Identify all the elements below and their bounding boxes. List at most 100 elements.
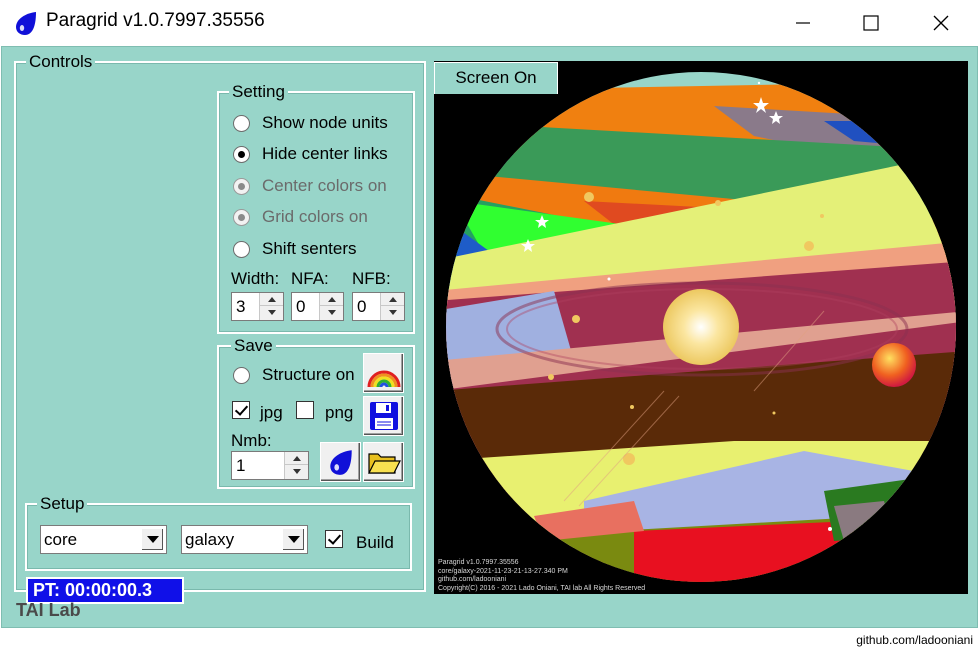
controls-group: Controls Setting Show node units Hide ce… bbox=[14, 52, 426, 604]
nfb-stepper[interactable]: 0 bbox=[352, 292, 405, 321]
width-stepper[interactable]: 3 bbox=[231, 292, 284, 321]
spin-arrows[interactable] bbox=[284, 452, 308, 479]
spin-up-button[interactable] bbox=[381, 293, 404, 306]
close-icon bbox=[933, 15, 949, 31]
core-select-dropdown[interactable] bbox=[141, 528, 164, 551]
rainbow-button[interactable] bbox=[363, 353, 404, 393]
render-canvas[interactable]: Paragrid v1.0.7997.35556 core/galaxy-202… bbox=[434, 61, 968, 594]
nfa-label: NFA: bbox=[291, 269, 329, 288]
spin-arrows[interactable] bbox=[380, 293, 404, 320]
nmb-value[interactable]: 1 bbox=[236, 456, 245, 476]
radio-label: Structure on bbox=[262, 365, 355, 384]
shift-senters-radio[interactable]: Shift senters bbox=[233, 238, 357, 260]
maximize-icon bbox=[863, 15, 879, 31]
save-button[interactable] bbox=[363, 396, 404, 436]
setup-legend: Setup bbox=[37, 494, 88, 513]
hide-center-links-radio[interactable]: Hide center links bbox=[233, 143, 388, 165]
radio-circle[interactable] bbox=[233, 366, 250, 384]
credit-line: Copyright(C) 2016 - 2021 Lado Oniani, TA… bbox=[438, 584, 646, 592]
close-button[interactable] bbox=[906, 0, 976, 46]
show-node-units-radio[interactable]: Show node units bbox=[233, 112, 388, 134]
setting-legend: Setting bbox=[229, 82, 288, 101]
structure-on-radio[interactable]: Structure on bbox=[233, 364, 355, 386]
radio-label: Shift senters bbox=[262, 239, 357, 258]
open-folder-button[interactable] bbox=[363, 442, 404, 482]
setting-group: Setting Show node units Hide center link… bbox=[217, 82, 415, 334]
chevron-down-icon bbox=[287, 536, 300, 543]
radio-label: Hide center links bbox=[262, 144, 388, 163]
setup-group: Setup core galaxy Build bbox=[25, 494, 412, 571]
credit-line: core/galaxy-2021-11-23-21-13-27.340 PM bbox=[438, 567, 568, 575]
minimize-icon bbox=[796, 22, 810, 24]
width-value[interactable]: 3 bbox=[236, 297, 245, 317]
radio-circle bbox=[233, 177, 250, 195]
arrow-down-icon bbox=[388, 310, 397, 315]
galaxy-select[interactable]: galaxy bbox=[181, 525, 308, 554]
rainbow-icon bbox=[367, 370, 400, 388]
planet-icon bbox=[872, 343, 916, 387]
radio-circle[interactable] bbox=[233, 240, 250, 258]
controls-legend: Controls bbox=[26, 52, 96, 71]
png-label: png bbox=[325, 403, 354, 422]
arrow-up-icon bbox=[388, 296, 397, 302]
radio-label: Center colors on bbox=[262, 176, 387, 195]
blue-drop-icon bbox=[329, 450, 352, 475]
arrow-up-icon bbox=[327, 296, 336, 302]
spin-down-button[interactable] bbox=[381, 306, 404, 319]
png-checkbox[interactable] bbox=[296, 401, 314, 419]
render-credits: Paragrid v1.0.7997.35556 core/galaxy-202… bbox=[438, 559, 645, 593]
credit-line: Paragrid v1.0.7997.35556 bbox=[438, 559, 519, 566]
width-label: Width: bbox=[231, 269, 280, 288]
jpg-checkbox[interactable] bbox=[232, 401, 250, 419]
jpg-label: jpg bbox=[260, 403, 283, 422]
core-select[interactable]: core bbox=[40, 525, 167, 554]
nfa-value[interactable]: 0 bbox=[296, 297, 305, 317]
arrow-down-icon bbox=[267, 310, 276, 315]
save-group: Save Structure on jpg png Nmb: 1 bbox=[217, 336, 415, 489]
nmb-label: Nmb: bbox=[231, 431, 272, 450]
window-title: Paragrid v1.0.7997.35556 bbox=[46, 10, 265, 31]
spin-down-button[interactable] bbox=[320, 306, 343, 319]
radio-label: Show node units bbox=[262, 113, 388, 132]
nfb-value[interactable]: 0 bbox=[357, 297, 366, 317]
floppy-disk-icon bbox=[369, 402, 398, 430]
sun-icon bbox=[663, 289, 739, 365]
spin-up-button[interactable] bbox=[260, 293, 283, 306]
spin-up-button[interactable] bbox=[320, 293, 343, 306]
drop-button[interactable] bbox=[320, 442, 361, 482]
minimize-button[interactable] bbox=[768, 0, 838, 46]
spin-down-button[interactable] bbox=[260, 306, 283, 319]
screen-on-button[interactable]: Screen On bbox=[434, 62, 558, 94]
radio-label: Grid colors on bbox=[262, 207, 368, 226]
galaxy-select-dropdown[interactable] bbox=[282, 528, 305, 551]
grid-colors-on-radio: Grid colors on bbox=[233, 206, 368, 228]
spin-arrows[interactable] bbox=[259, 293, 283, 320]
arrow-up-icon bbox=[292, 455, 301, 461]
center-colors-on-radio: Center colors on bbox=[233, 175, 387, 197]
tai-lab-label: TAI Lab bbox=[16, 600, 81, 620]
watermark-text: github.com/ladooniani bbox=[856, 633, 973, 647]
build-checkbox[interactable] bbox=[325, 530, 343, 548]
folder-open-icon bbox=[367, 453, 401, 474]
maximize-button[interactable] bbox=[836, 0, 906, 46]
blue-drop-icon bbox=[16, 12, 36, 35]
spin-down-button[interactable] bbox=[285, 465, 308, 478]
save-legend: Save bbox=[231, 336, 276, 355]
client-area: Controls Setting Show node units Hide ce… bbox=[1, 46, 978, 628]
radio-circle bbox=[233, 208, 250, 226]
credit-line: github.com/ladooniani bbox=[438, 576, 507, 583]
galaxy-render-image bbox=[446, 72, 956, 582]
nfa-stepper[interactable]: 0 bbox=[291, 292, 344, 321]
radio-circle[interactable] bbox=[233, 145, 250, 163]
core-select-value[interactable]: core bbox=[44, 530, 77, 550]
spin-arrows[interactable] bbox=[319, 293, 343, 320]
galaxy-select-value[interactable]: galaxy bbox=[185, 530, 234, 550]
build-label: Build bbox=[356, 533, 394, 552]
nfb-label: NFB: bbox=[352, 269, 391, 288]
arrow-up-icon bbox=[267, 296, 276, 302]
title-bar: Paragrid v1.0.7997.35556 bbox=[0, 0, 979, 46]
spin-up-button[interactable] bbox=[285, 452, 308, 465]
radio-circle[interactable] bbox=[233, 114, 250, 132]
arrow-down-icon bbox=[327, 310, 336, 315]
nmb-stepper[interactable]: 1 bbox=[231, 451, 309, 480]
